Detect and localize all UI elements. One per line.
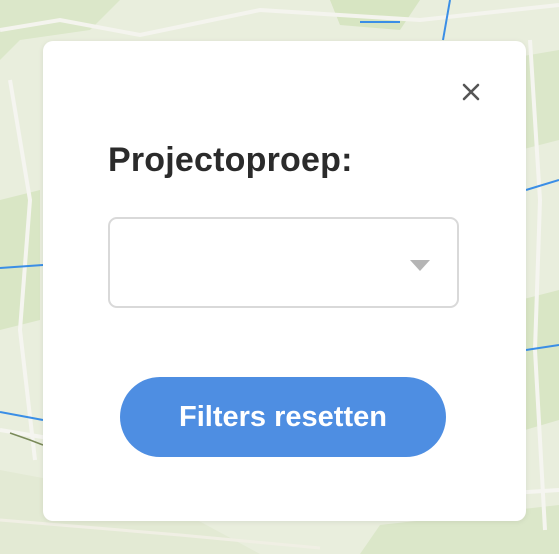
filter-modal: Projectoproep: Filters resetten bbox=[43, 41, 526, 521]
reset-filters-button[interactable]: Filters resetten bbox=[120, 377, 446, 457]
filter-title: Projectoproep: bbox=[108, 141, 353, 179]
project-call-select[interactable] bbox=[108, 217, 459, 308]
chevron-down-icon bbox=[410, 260, 430, 271]
app-window: Projectoproep: Filters resetten bbox=[0, 0, 559, 554]
close-icon bbox=[462, 83, 480, 101]
close-button[interactable] bbox=[457, 78, 485, 106]
